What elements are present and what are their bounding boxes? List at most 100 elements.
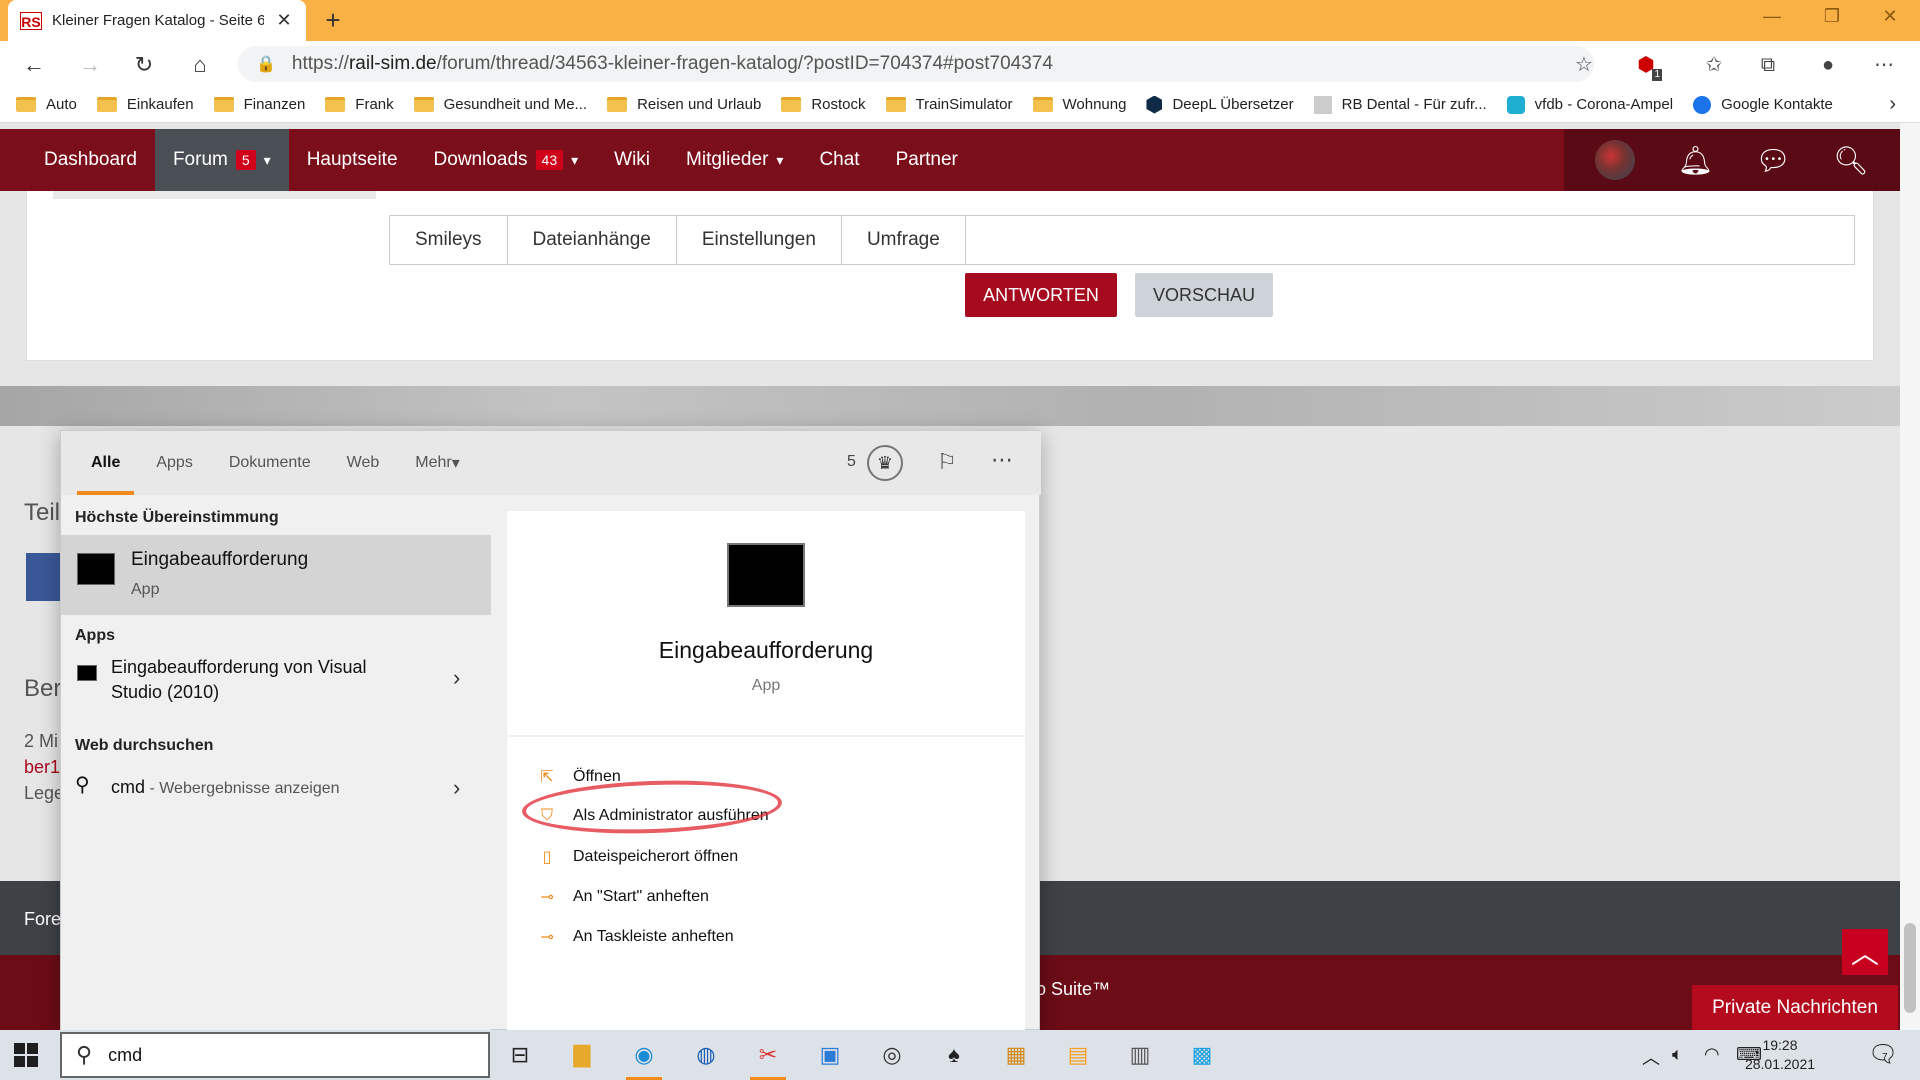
task-view-icon[interactable]: ⊟ [502, 1038, 538, 1072]
close-window-icon[interactable]: ✕ [1870, 6, 1910, 27]
bookmark-item[interactable]: Reisen und Urlaub [607, 96, 761, 113]
bookmark-item[interactable]: Auto [16, 96, 77, 113]
nav-item-dashboard[interactable]: Dashboard [26, 129, 155, 191]
private-messages-button[interactable]: Private Nachrichten [1692, 985, 1898, 1030]
tab-close-icon[interactable]: ✕ [274, 10, 294, 31]
reload-icon[interactable]: ↻ [128, 49, 160, 81]
editor-tab[interactable]: Einstellungen [677, 216, 842, 264]
user-avatar[interactable] [1595, 140, 1636, 180]
scroll-to-top-button[interactable]: ︿ [1842, 929, 1888, 975]
collections-icon[interactable]: ⧉ [1752, 49, 1784, 81]
minimize-icon[interactable]: — [1752, 6, 1792, 27]
more-options-icon[interactable]: ⋯ [991, 447, 1013, 473]
solitaire-icon[interactable]: ♠ [936, 1038, 972, 1072]
bookmark-item[interactable]: Google Kontakte [1693, 95, 1833, 114]
bookmark-item[interactable]: Wohnung [1032, 96, 1126, 113]
browser-tab-active[interactable]: RS Kleiner Fragen Katalog - Seite 6 ✕ [8, 0, 306, 41]
wifi-icon[interactable]: ◠ [1704, 1044, 1720, 1065]
file-explorer-icon[interactable]: ▇ [564, 1038, 600, 1072]
feedback-icon[interactable]: ⚐ [937, 449, 957, 475]
nav-item-mitglieder[interactable]: Mitglieder ▾ [668, 129, 801, 191]
preview-button[interactable]: VORSCHAU [1135, 273, 1273, 317]
answer-button[interactable]: ANTWORTEN [965, 273, 1117, 317]
control-panel-icon[interactable]: ▣ [812, 1038, 848, 1072]
notes-app-icon[interactable]: ▤ [1060, 1038, 1096, 1072]
bookmark-label: Finanzen [243, 96, 306, 113]
chevron-right-icon[interactable]: › [453, 665, 460, 691]
action-item[interactable]: ⊸ An Taskleiste anheften [537, 927, 733, 947]
nav-item-forum[interactable]: Forum 5 ▾ [154, 129, 289, 191]
search-tab-mehr[interactable]: Mehr ▾ [415, 431, 459, 495]
scrollbar-thumb[interactable] [1904, 923, 1916, 1013]
rb-icon [1313, 95, 1332, 114]
search-icon[interactable]: 🔍︎ [1833, 144, 1869, 177]
back-icon[interactable]: ← [18, 49, 50, 81]
site-favicon-icon: RS [20, 11, 42, 30]
member-link[interactable]: ber1 [24, 757, 60, 778]
bookmark-item[interactable]: Rostock [781, 96, 866, 113]
calculator-icon[interactable]: ▥ [1122, 1038, 1158, 1072]
best-match-result[interactable]: Eingabeaufforderung App [61, 535, 491, 615]
nav-item-wiki[interactable]: Wiki [596, 129, 668, 191]
bookmark-item[interactable]: Gesundheit und Me... [413, 96, 587, 113]
tray-chevron-up-icon[interactable]: ︿ [1642, 1044, 1660, 1070]
profile-avatar-icon[interactable]: ● [1812, 49, 1844, 81]
editor-tab[interactable]: Smileys [390, 216, 508, 264]
nav-item-downloads[interactable]: Downloads 43 ▾ [416, 129, 597, 191]
store-icon[interactable]: ▩ [1184, 1038, 1220, 1072]
restore-icon[interactable]: ❐ [1812, 6, 1852, 27]
favorites-icon[interactable]: ✩ [1698, 49, 1730, 81]
page-scrollbar[interactable] [1900, 123, 1920, 1030]
bookmarks-overflow-icon[interactable]: › [1889, 93, 1896, 116]
train-sim-icon[interactable]: ▦ [998, 1038, 1034, 1072]
bookmark-label: DeepL Übersetzer [1172, 96, 1294, 113]
bookmark-item[interactable]: Einkaufen [96, 96, 194, 113]
legend-text: Lege [24, 783, 65, 803]
bookmark-item[interactable]: DeepL Übersetzer [1146, 95, 1294, 114]
editor-tab[interactable]: Dateianhänge [508, 216, 677, 264]
trophy-icon[interactable]: ♛ [867, 445, 903, 481]
notification-center-icon[interactable]: 🗨︎ 7 [1868, 1040, 1898, 1069]
search-tab-web[interactable]: Web [347, 431, 380, 495]
home-icon[interactable]: ⌂ [184, 49, 216, 81]
nav-item-hauptseite[interactable]: Hauptseite [289, 129, 416, 191]
bell-icon[interactable]: 🔔︎ [1677, 144, 1713, 177]
address-input[interactable]: 🔒 https://rail-sim.de/forum/thread/34563… [238, 46, 1594, 82]
add-favorite-icon[interactable]: ☆ [1568, 49, 1600, 81]
volume-icon[interactable]: 🔈︎ [1672, 1044, 1683, 1065]
search-tab-dokumente[interactable]: Dokumente [229, 431, 311, 495]
bookmark-item[interactable]: Finanzen [213, 96, 306, 113]
thunderbird-icon[interactable]: ◍ [688, 1038, 724, 1072]
chevron-right-icon[interactable]: › [453, 775, 460, 801]
search-tab-label: Web [346, 454, 380, 471]
taskbar-search-value: cmd [108, 1044, 143, 1065]
nav-item-partner[interactable]: Partner [878, 129, 976, 191]
bookmark-item[interactable]: RB Dental - Für zufr... [1313, 95, 1487, 114]
reply-editor-card: Smileys Dateianhänge Einstellungen Umfrage … [26, 191, 1874, 361]
bookmark-item[interactable]: vfdb - Corona-Ampel [1506, 95, 1673, 114]
search-tab-alle[interactable]: Alle [76, 431, 135, 495]
bookmark-item[interactable]: TrainSimulator [885, 96, 1013, 113]
chat-bubbles-icon[interactable]: 💬︎ [1755, 144, 1791, 177]
snipping-tool-icon[interactable]: ✂ [750, 1038, 786, 1080]
footer-forum-link[interactable]: Fore [24, 909, 61, 930]
system-clock[interactable]: 19:28 28.01.2021 [1730, 1036, 1830, 1074]
search-tab-apps[interactable]: Apps [156, 431, 192, 495]
footer-suite-text: o Suite™ [1036, 979, 1111, 999]
nav-item-chat[interactable]: Chat [801, 129, 877, 191]
bookmark-item[interactable]: Frank [325, 96, 394, 113]
taskbar-search-input[interactable]: ⚲ cmd [60, 1032, 490, 1078]
forward-icon[interactable]: → [74, 49, 106, 81]
settings-more-icon[interactable]: ⋯ [1868, 49, 1900, 81]
action-item[interactable]: ⊸ An "Start" anheften [537, 887, 709, 907]
windows-start-icon[interactable] [14, 1043, 38, 1067]
adblock-icon[interactable]: ⬢ 1 [1630, 49, 1662, 81]
new-tab-icon[interactable]: + [318, 6, 348, 36]
media-player-icon[interactable]: ◎ [874, 1038, 910, 1072]
members-heading: Ber [24, 675, 62, 702]
magnifier-icon: ⚲ [75, 774, 90, 796]
action-item[interactable]: ▯ Dateispeicherort öffnen [537, 847, 739, 867]
bookmark-label: Frank [355, 96, 394, 113]
edge-browser-icon[interactable]: ◉ [626, 1038, 662, 1080]
editor-tab[interactable]: Umfrage [842, 216, 966, 264]
